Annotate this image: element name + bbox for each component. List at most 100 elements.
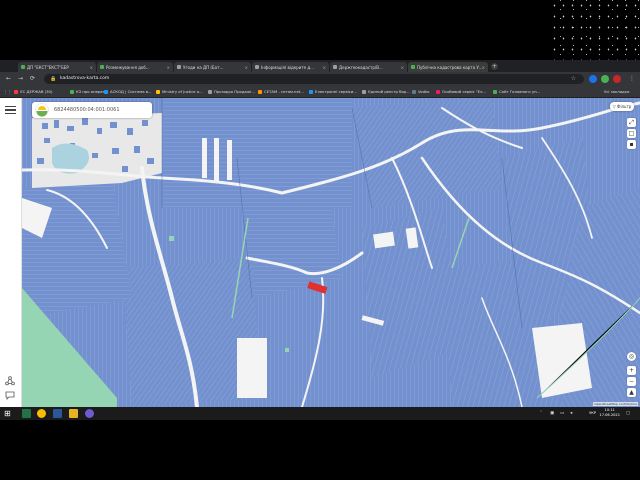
- new-tab-button[interactable]: +: [491, 63, 498, 70]
- bookmark-favicon-icon: [14, 89, 18, 94]
- tab-2[interactable]: Розмежування доб... ×: [97, 62, 173, 72]
- close-tab-icon[interactable]: ×: [90, 65, 93, 70]
- layers-icon[interactable]: [5, 376, 15, 386]
- profile-avatar[interactable]: [613, 75, 621, 83]
- compass-button[interactable]: ▲: [627, 388, 636, 397]
- browser-menu-icon[interactable]: ⋮: [629, 75, 635, 83]
- stars-wallpaper: [550, 0, 640, 60]
- bookmark-item[interactable]: Особовий сервіс "Ел...: [436, 87, 486, 96]
- bookmark-favicon-icon: [436, 89, 440, 94]
- bookmark-favicon-icon: [309, 89, 313, 94]
- bookmark-favicon-icon: [208, 89, 212, 94]
- start-button[interactable]: ⊞: [4, 409, 13, 418]
- bookmark-item[interactable]: Ministry of Justice o...: [156, 87, 203, 96]
- volume-icon[interactable]: ◂: [570, 411, 572, 416]
- notifications-icon[interactable]: ▢: [626, 411, 630, 416]
- tab-strip: ДП "ЕКСТ"ЕКСТ"БЕР × Розмежування доб... × …: [0, 60, 640, 72]
- zoom-in-button[interactable]: +: [627, 366, 636, 375]
- chrome-taskbar-icon[interactable]: [37, 409, 46, 418]
- bookmark-label: АСКОД | Система в...: [110, 89, 152, 94]
- bookmark-item[interactable]: Прозорро Продажі...: [208, 87, 255, 96]
- tab-6-active[interactable]: Публічна кадастрова карта У... ×: [408, 62, 488, 72]
- target-icon: ◎: [628, 353, 635, 360]
- tray-app-icon[interactable]: ▣: [550, 411, 554, 416]
- bookmark-item[interactable]: Сайт Головного уп...: [493, 87, 540, 96]
- bookmarks-bar: ⋮⋮ ЄС ДЕРЖАВ (30) КЗ про операт... АСКОД…: [0, 86, 640, 98]
- close-tab-icon[interactable]: ×: [245, 65, 248, 70]
- apps-icon[interactable]: ⋮⋮: [4, 87, 12, 96]
- back-button[interactable]: ←: [6, 75, 11, 83]
- cadastral-number-input[interactable]: [54, 105, 148, 115]
- reload-button[interactable]: ⟳: [30, 75, 35, 83]
- hamburger-menu-icon[interactable]: [5, 106, 16, 114]
- bookmark-item[interactable]: СЕТАМ - сетам.net...: [258, 87, 304, 96]
- left-sidebar: [0, 98, 22, 407]
- close-tab-icon[interactable]: ×: [323, 65, 326, 70]
- tab-label: ДП "ЕКСТ"ЕКСТ"БЕР: [27, 64, 69, 70]
- browser-window: ДП "ЕКСТ"ЕКСТ"БЕР × Розмежування доб... × …: [0, 60, 640, 420]
- close-tab-icon[interactable]: ×: [482, 65, 485, 70]
- expand-icon: ⤢: [629, 119, 634, 126]
- bookmark-item[interactable]: ЄС ДЕРЖАВ (30): [14, 87, 52, 96]
- bookmark-favicon-icon: [70, 89, 74, 94]
- ruler-icon: ▪: [629, 141, 634, 148]
- language-indicator[interactable]: УКР: [589, 411, 596, 415]
- all-bookmarks-item[interactable]: Усі закладки: [604, 87, 629, 96]
- viber-taskbar-icon[interactable]: [85, 409, 94, 418]
- bookmark-label: Усі закладки: [604, 89, 630, 94]
- taskbar-clock[interactable]: 10:11 17.06.2021: [599, 408, 620, 418]
- bookmark-label: Ministry of Justice o...: [162, 89, 203, 94]
- select-area-button[interactable]: □: [627, 129, 636, 138]
- close-tab-icon[interactable]: ×: [167, 65, 170, 70]
- bookmark-item[interactable]: Електронні сервіси...: [309, 87, 357, 96]
- kadastrova-karta-logo-icon[interactable]: [35, 103, 49, 117]
- tab-5[interactable]: Держгеокадастр/В... ×: [330, 62, 407, 72]
- network-icon[interactable]: ▭: [560, 411, 564, 416]
- filters-label: Фільтр: [617, 104, 632, 109]
- desktop-background-bottom: [0, 420, 640, 480]
- compass-icon: ▲: [629, 389, 634, 396]
- close-tab-icon[interactable]: ×: [401, 65, 404, 70]
- bookmark-label: Єдиний реєстр бор...: [368, 89, 410, 94]
- bookmark-label: Особовий сервіс "Ел...: [442, 89, 487, 94]
- excel-taskbar-icon[interactable]: [22, 409, 31, 418]
- file-explorer-taskbar-icon[interactable]: [69, 409, 78, 418]
- tab-3[interactable]: Угоди на ДП (Бат... ×: [174, 62, 251, 72]
- tab-favicon-icon: [333, 65, 337, 69]
- tray-chevron-icon[interactable]: ˄: [540, 411, 542, 416]
- kadastr-map-page: ▽ Фільтр ⤢ □ ▪ ◎ + − ▲ OpenStreetMap con…: [0, 98, 640, 407]
- tab-1[interactable]: ДП "ЕКСТ"ЕКСТ"БЕР ×: [18, 62, 96, 72]
- tab-label: Інформація/ відкрите д...: [261, 64, 314, 70]
- tab-favicon-icon: [255, 65, 259, 69]
- url-text: kadastrova-karta.com: [60, 76, 110, 81]
- bookmark-item[interactable]: Vodko: [412, 87, 429, 96]
- bookmark-favicon-icon: [104, 89, 108, 94]
- bookmark-star-icon[interactable]: ☆: [571, 75, 576, 83]
- zoom-out-button[interactable]: −: [627, 377, 636, 386]
- forward-button[interactable]: →: [18, 75, 23, 83]
- word-taskbar-icon[interactable]: [53, 409, 62, 418]
- extension-icon[interactable]: [589, 75, 597, 83]
- bookmark-item[interactable]: КЗ про операт...: [70, 87, 108, 96]
- cadastral-search-box: [32, 102, 152, 118]
- extension-icon[interactable]: [601, 75, 609, 83]
- ruler-button[interactable]: ▪: [627, 140, 636, 149]
- chat-icon[interactable]: [5, 391, 15, 400]
- address-bar[interactable]: 🔒 kadastrova-karta.com ☆: [44, 74, 584, 84]
- bookmark-item[interactable]: Єдиний реєстр бор...: [362, 87, 410, 96]
- filters-button[interactable]: ▽ Фільтр: [610, 102, 634, 111]
- tab-label: Держгеокадастр/В...: [339, 64, 383, 70]
- locate-button[interactable]: ◎: [627, 352, 636, 361]
- bookmark-label: Електронні сервіси...: [315, 89, 357, 94]
- bookmark-favicon-icon: [258, 89, 262, 94]
- tab-4[interactable]: Інформація/ відкрите д... ×: [252, 62, 329, 72]
- cadastral-map[interactable]: ▽ Фільтр ⤢ □ ▪ ◎ + − ▲ OpenStreetMap con…: [22, 98, 640, 407]
- bookmark-favicon-icon: [493, 89, 497, 94]
- bookmark-favicon-icon: [156, 89, 160, 94]
- bookmark-item[interactable]: АСКОД | Система в...: [104, 87, 152, 96]
- map-attribution[interactable]: OpenStreetMap contributors: [593, 402, 638, 406]
- fullscreen-button[interactable]: ⤢: [627, 118, 636, 127]
- clock-date: 17.06.2021: [599, 413, 620, 417]
- bookmark-label: Прозорро Продажі...: [214, 89, 255, 94]
- desktop-background-top: [0, 0, 640, 60]
